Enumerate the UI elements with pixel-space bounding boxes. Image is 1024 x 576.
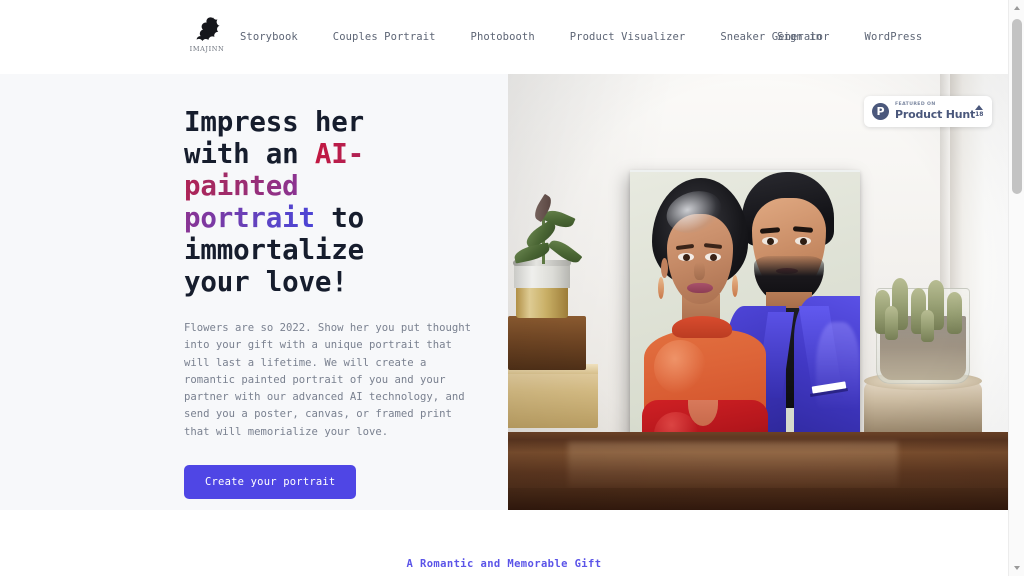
print-woman-collar <box>672 316 732 338</box>
section-eyebrow: A Romantic and Memorable Gift <box>406 558 602 570</box>
brand-logo[interactable]: IMAJINN <box>184 14 230 60</box>
photo-cactus <box>885 306 898 340</box>
page-root: IMAJINN Storybook Couples Portrait Photo… <box>0 0 1024 576</box>
photo-cactus <box>947 292 962 334</box>
print-man-jacket-highlight <box>816 322 860 432</box>
photo-table-top <box>508 432 1008 510</box>
photo-wooden-box-upper <box>508 316 586 370</box>
site-header: IMAJINN Storybook Couples Portrait Photo… <box>0 0 1008 74</box>
print-woman-lips <box>687 283 713 293</box>
next-section: A Romantic and Memorable Gift <box>0 510 1008 576</box>
imajinn-genie-icon <box>196 17 220 41</box>
photo-table-reflection <box>568 442 898 488</box>
create-your-portrait-button[interactable]: Create your portrait <box>184 465 357 500</box>
hero-text-column: Impress her with an AI-painted portrait … <box>0 74 508 510</box>
print-woman-ear <box>661 258 668 278</box>
print-man-pupil <box>767 238 774 245</box>
print-woman-pupil <box>683 254 690 261</box>
photo-table-edge <box>508 488 1008 510</box>
nav-item-product-visualizer[interactable]: Product Visualizer <box>570 25 686 49</box>
brand-wordmark: IMAJINN <box>189 45 225 53</box>
sign-in-link[interactable]: Sign in <box>777 0 822 74</box>
scroll-up-button[interactable] <box>1009 0 1024 16</box>
hero-section: Impress her with an AI-painted portrait … <box>0 74 1008 510</box>
upvote-triangle-icon <box>975 105 984 110</box>
print-woman-earring <box>658 277 664 299</box>
print-woman-pupil <box>710 254 717 261</box>
product-hunt-logo-icon: P <box>872 103 889 120</box>
nav-item-storybook[interactable]: Storybook <box>240 25 298 49</box>
print-man-pupil <box>800 238 807 245</box>
photo-canvas-print <box>630 170 860 455</box>
chevron-up-icon <box>1014 6 1020 10</box>
product-hunt-text: FEATURED ON Product Hunt <box>895 101 976 122</box>
browser-viewport: IMAJINN Storybook Couples Portrait Photo… <box>0 0 1008 576</box>
photo-cactus <box>921 310 934 342</box>
product-hunt-name: Product Hunt <box>895 108 976 122</box>
hero-copy: Impress her with an AI-painted portrait … <box>184 106 484 500</box>
nav-item-couples-portrait[interactable]: Couples Portrait <box>333 25 436 49</box>
hero-photo-illustration <box>508 74 1008 510</box>
product-hunt-upvote[interactable]: 18 <box>975 105 985 118</box>
nav-item-photobooth[interactable]: Photobooth <box>471 25 535 49</box>
nav-item-wordpress[interactable]: WordPress <box>865 25 923 49</box>
page-scrollbar[interactable] <box>1008 0 1024 576</box>
product-hunt-upvote-count: 18 <box>975 111 984 118</box>
hero-image: P FEATURED ON Product Hunt 18 <box>508 74 1008 510</box>
hero-headline: Impress her with an AI-painted portrait … <box>184 106 399 298</box>
hero-body-text: Flowers are so 2022. Show her you put th… <box>184 322 472 438</box>
print-woman-shoulder-highlight <box>654 340 706 394</box>
product-hunt-badge[interactable]: P FEATURED ON Product Hunt 18 <box>864 96 992 127</box>
photo-wooden-box-lower <box>508 366 598 428</box>
product-hunt-kicker: FEATURED ON <box>895 101 936 107</box>
print-woman-nose <box>694 262 705 280</box>
scrollbar-thumb[interactable] <box>1012 19 1022 194</box>
print-woman-earring <box>732 275 738 297</box>
scroll-down-button[interactable] <box>1009 560 1024 576</box>
chevron-down-icon <box>1014 566 1020 570</box>
